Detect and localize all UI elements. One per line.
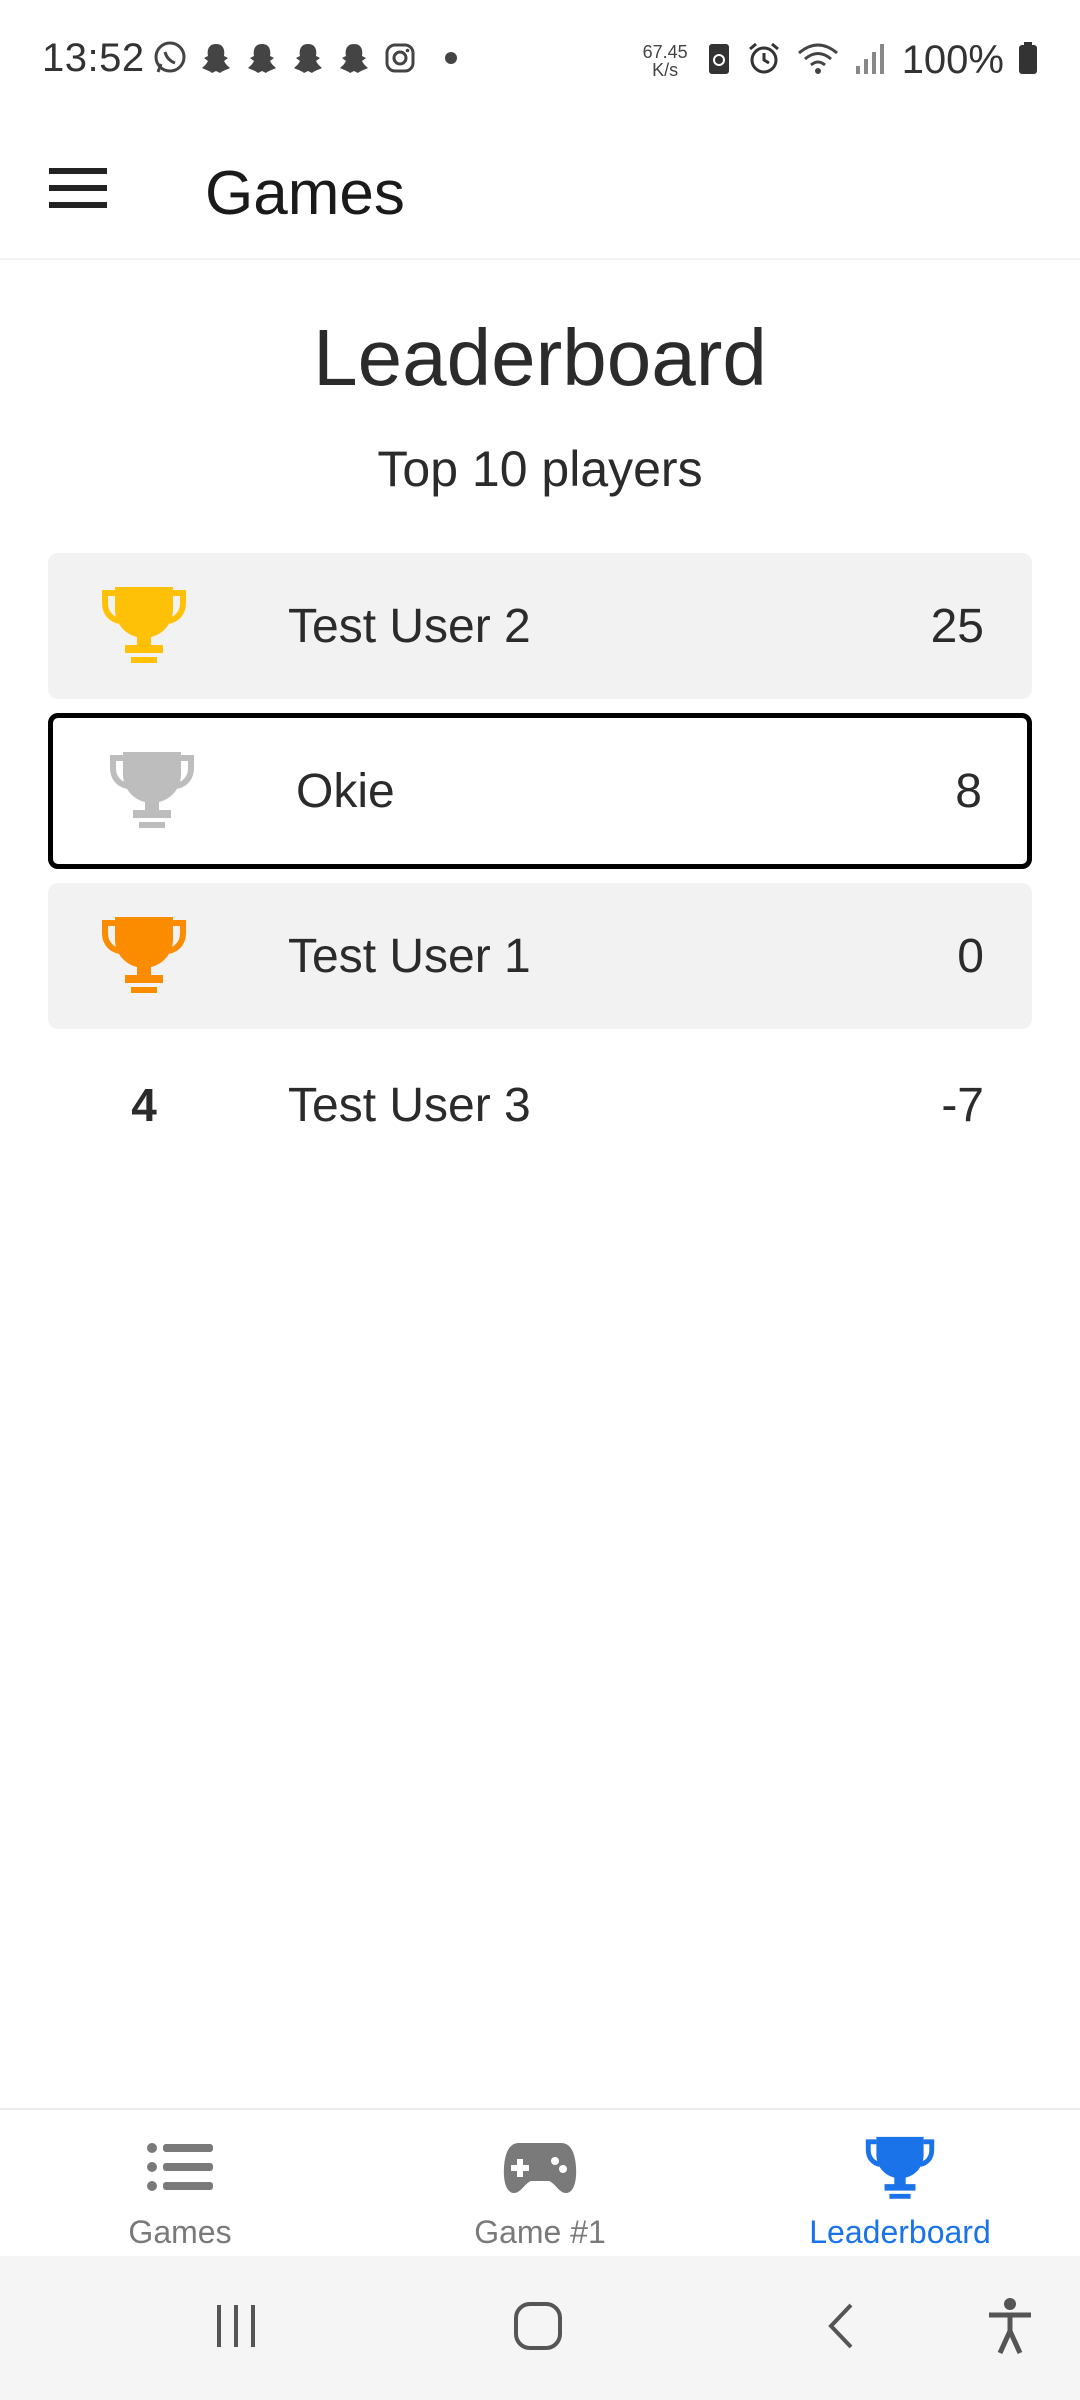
accessibility-icon xyxy=(986,2297,1034,2360)
net-speed: 67.45 K/s xyxy=(643,43,688,79)
player-name: Test User 3 xyxy=(288,1078,531,1132)
status-time: 13:52 xyxy=(42,36,145,80)
gold-trophy-icon xyxy=(101,581,187,672)
tab-label: Leaderboard xyxy=(809,2214,991,2250)
tab-leaderboard[interactable]: Leaderboard xyxy=(720,2110,1080,2256)
snapchat-icon xyxy=(198,40,234,76)
battery-text: 100% xyxy=(901,38,1004,82)
rank-number: 4 xyxy=(131,1079,157,1131)
leaderboard-row-4: 4 Test User 3 -7 xyxy=(48,1043,1032,1167)
rank-cell xyxy=(94,553,194,699)
player-score: 8 xyxy=(955,764,982,818)
player-name: Test User 1 xyxy=(288,929,531,983)
recent-apps-icon xyxy=(213,2303,259,2354)
snapchat-icon xyxy=(290,40,326,76)
page-title: Leaderboard xyxy=(313,313,767,402)
app-bar: Games xyxy=(0,120,1080,260)
system-navigation-bar xyxy=(0,2256,1080,2400)
bronze-trophy-icon xyxy=(101,911,187,1002)
menu-button[interactable] xyxy=(38,150,118,230)
wifi-icon xyxy=(796,40,840,81)
net-speed-value: 67.45 xyxy=(642,41,688,62)
accessibility-button[interactable] xyxy=(950,2256,1070,2400)
data-saver-icon xyxy=(706,40,732,81)
tab-game-1[interactable]: Game #1 xyxy=(360,2110,720,2256)
silver-trophy-icon xyxy=(109,746,195,837)
player-score: 0 xyxy=(957,929,984,983)
dot-icon xyxy=(444,51,458,65)
signal-icon xyxy=(854,40,888,81)
trophy-icon xyxy=(865,2132,935,2202)
back-icon xyxy=(823,2301,857,2356)
rank-cell xyxy=(94,883,194,1029)
rank-cell: 4 xyxy=(94,1043,194,1167)
leaderboard-row-1: Test User 2 25 xyxy=(48,553,1032,699)
tab-games[interactable]: Games xyxy=(0,2110,360,2256)
battery-icon xyxy=(1018,40,1038,81)
notification-icons xyxy=(152,40,458,76)
hamburger-menu-icon xyxy=(49,166,107,215)
player-name: Test User 2 xyxy=(288,599,531,653)
snapchat-icon xyxy=(336,40,372,76)
status-bar: 13:52 67.45 K/s 100% xyxy=(0,0,1080,120)
page-subtitle: Top 10 players xyxy=(377,441,703,497)
rank-cell xyxy=(102,718,202,864)
player-score: -7 xyxy=(941,1078,984,1132)
net-speed-unit: K/s xyxy=(652,59,679,80)
tab-label: Games xyxy=(128,2214,232,2250)
app-title: Games xyxy=(205,159,405,228)
leaderboard-row-3: Test User 1 0 xyxy=(48,883,1032,1029)
gamepad-icon xyxy=(503,2132,577,2202)
whatsapp-icon xyxy=(152,40,188,76)
snapchat-icon xyxy=(244,40,280,76)
alarm-icon xyxy=(746,40,782,81)
instagram-icon xyxy=(382,40,418,76)
player-score: 25 xyxy=(930,599,984,653)
leaderboard-row-2: Okie 8 xyxy=(48,713,1032,869)
bottom-navigation: Games Game #1 Leaderboard xyxy=(0,2108,1080,2256)
recent-apps-button[interactable] xyxy=(176,2256,296,2400)
back-button[interactable] xyxy=(780,2256,900,2400)
list-icon xyxy=(147,2132,213,2202)
player-name: Okie xyxy=(296,764,395,818)
leaderboard-list: Test User 2 25 Okie 8 Test User 1 0 4 Te… xyxy=(48,553,1032,1181)
home-button[interactable] xyxy=(478,2256,598,2400)
system-status-icons: 67.45 K/s 100% xyxy=(643,38,1038,83)
tab-label: Game #1 xyxy=(474,2214,606,2250)
home-icon xyxy=(512,2300,564,2357)
